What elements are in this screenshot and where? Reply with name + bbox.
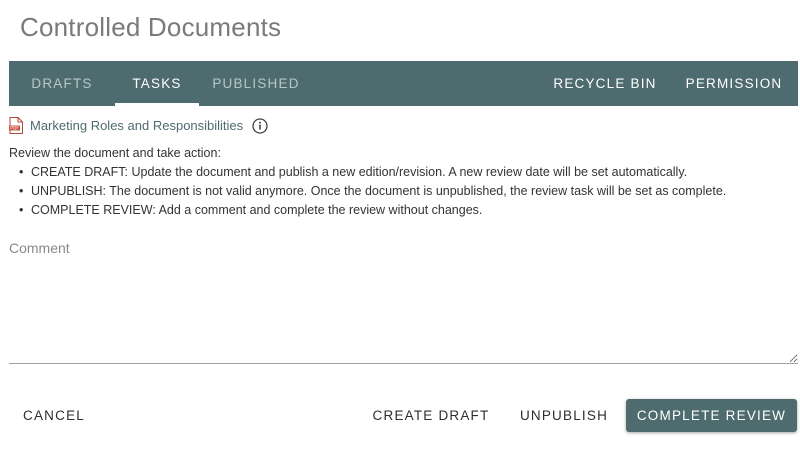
tab-bar: DRAFTS TASKS PUBLISHED RECYCLE BIN PERMI… bbox=[9, 61, 798, 106]
tab-drafts[interactable]: DRAFTS bbox=[9, 61, 115, 106]
instruction-unpublish: UNPUBLISH: The document is not valid any… bbox=[9, 182, 799, 201]
tabs-right: RECYCLE BIN PERMISSION bbox=[540, 61, 798, 106]
info-icon[interactable] bbox=[252, 117, 268, 134]
instruction-complete-review: COMPLETE REVIEW: Add a comment and compl… bbox=[9, 201, 799, 220]
tab-published[interactable]: PUBLISHED bbox=[199, 61, 313, 106]
instruction-create-draft: CREATE DRAFT: Update the document and pu… bbox=[9, 163, 799, 182]
pdf-file-icon: PDF bbox=[9, 117, 23, 134]
controlled-documents-page: Controlled Documents DRAFTS TASKS PUBLIS… bbox=[0, 0, 800, 450]
document-link-row: PDF Marketing Roles and Responsibilities bbox=[9, 117, 268, 134]
tab-tasks[interactable]: TASKS bbox=[115, 61, 199, 106]
document-link[interactable]: Marketing Roles and Responsibilities bbox=[30, 118, 243, 133]
unpublish-button[interactable]: UNPUBLISH bbox=[512, 399, 616, 432]
instructions-list: CREATE DRAFT: Update the document and pu… bbox=[9, 163, 799, 220]
cancel-button[interactable]: CANCEL bbox=[14, 399, 94, 432]
comment-field[interactable] bbox=[9, 236, 798, 364]
instructions: Review the document and take action: CRE… bbox=[9, 144, 799, 220]
complete-review-button[interactable]: COMPLETE REVIEW bbox=[626, 399, 797, 432]
tabs-left: DRAFTS TASKS PUBLISHED bbox=[9, 61, 313, 106]
svg-text:PDF: PDF bbox=[10, 126, 19, 132]
comment-wrapper bbox=[9, 236, 798, 364]
create-draft-button[interactable]: CREATE DRAFT bbox=[366, 399, 496, 432]
tab-recycle-bin[interactable]: RECYCLE BIN bbox=[540, 61, 670, 106]
tab-permission[interactable]: PERMISSION bbox=[670, 61, 798, 106]
instructions-intro: Review the document and take action: bbox=[9, 146, 221, 160]
page-title: Controlled Documents bbox=[20, 12, 282, 42]
